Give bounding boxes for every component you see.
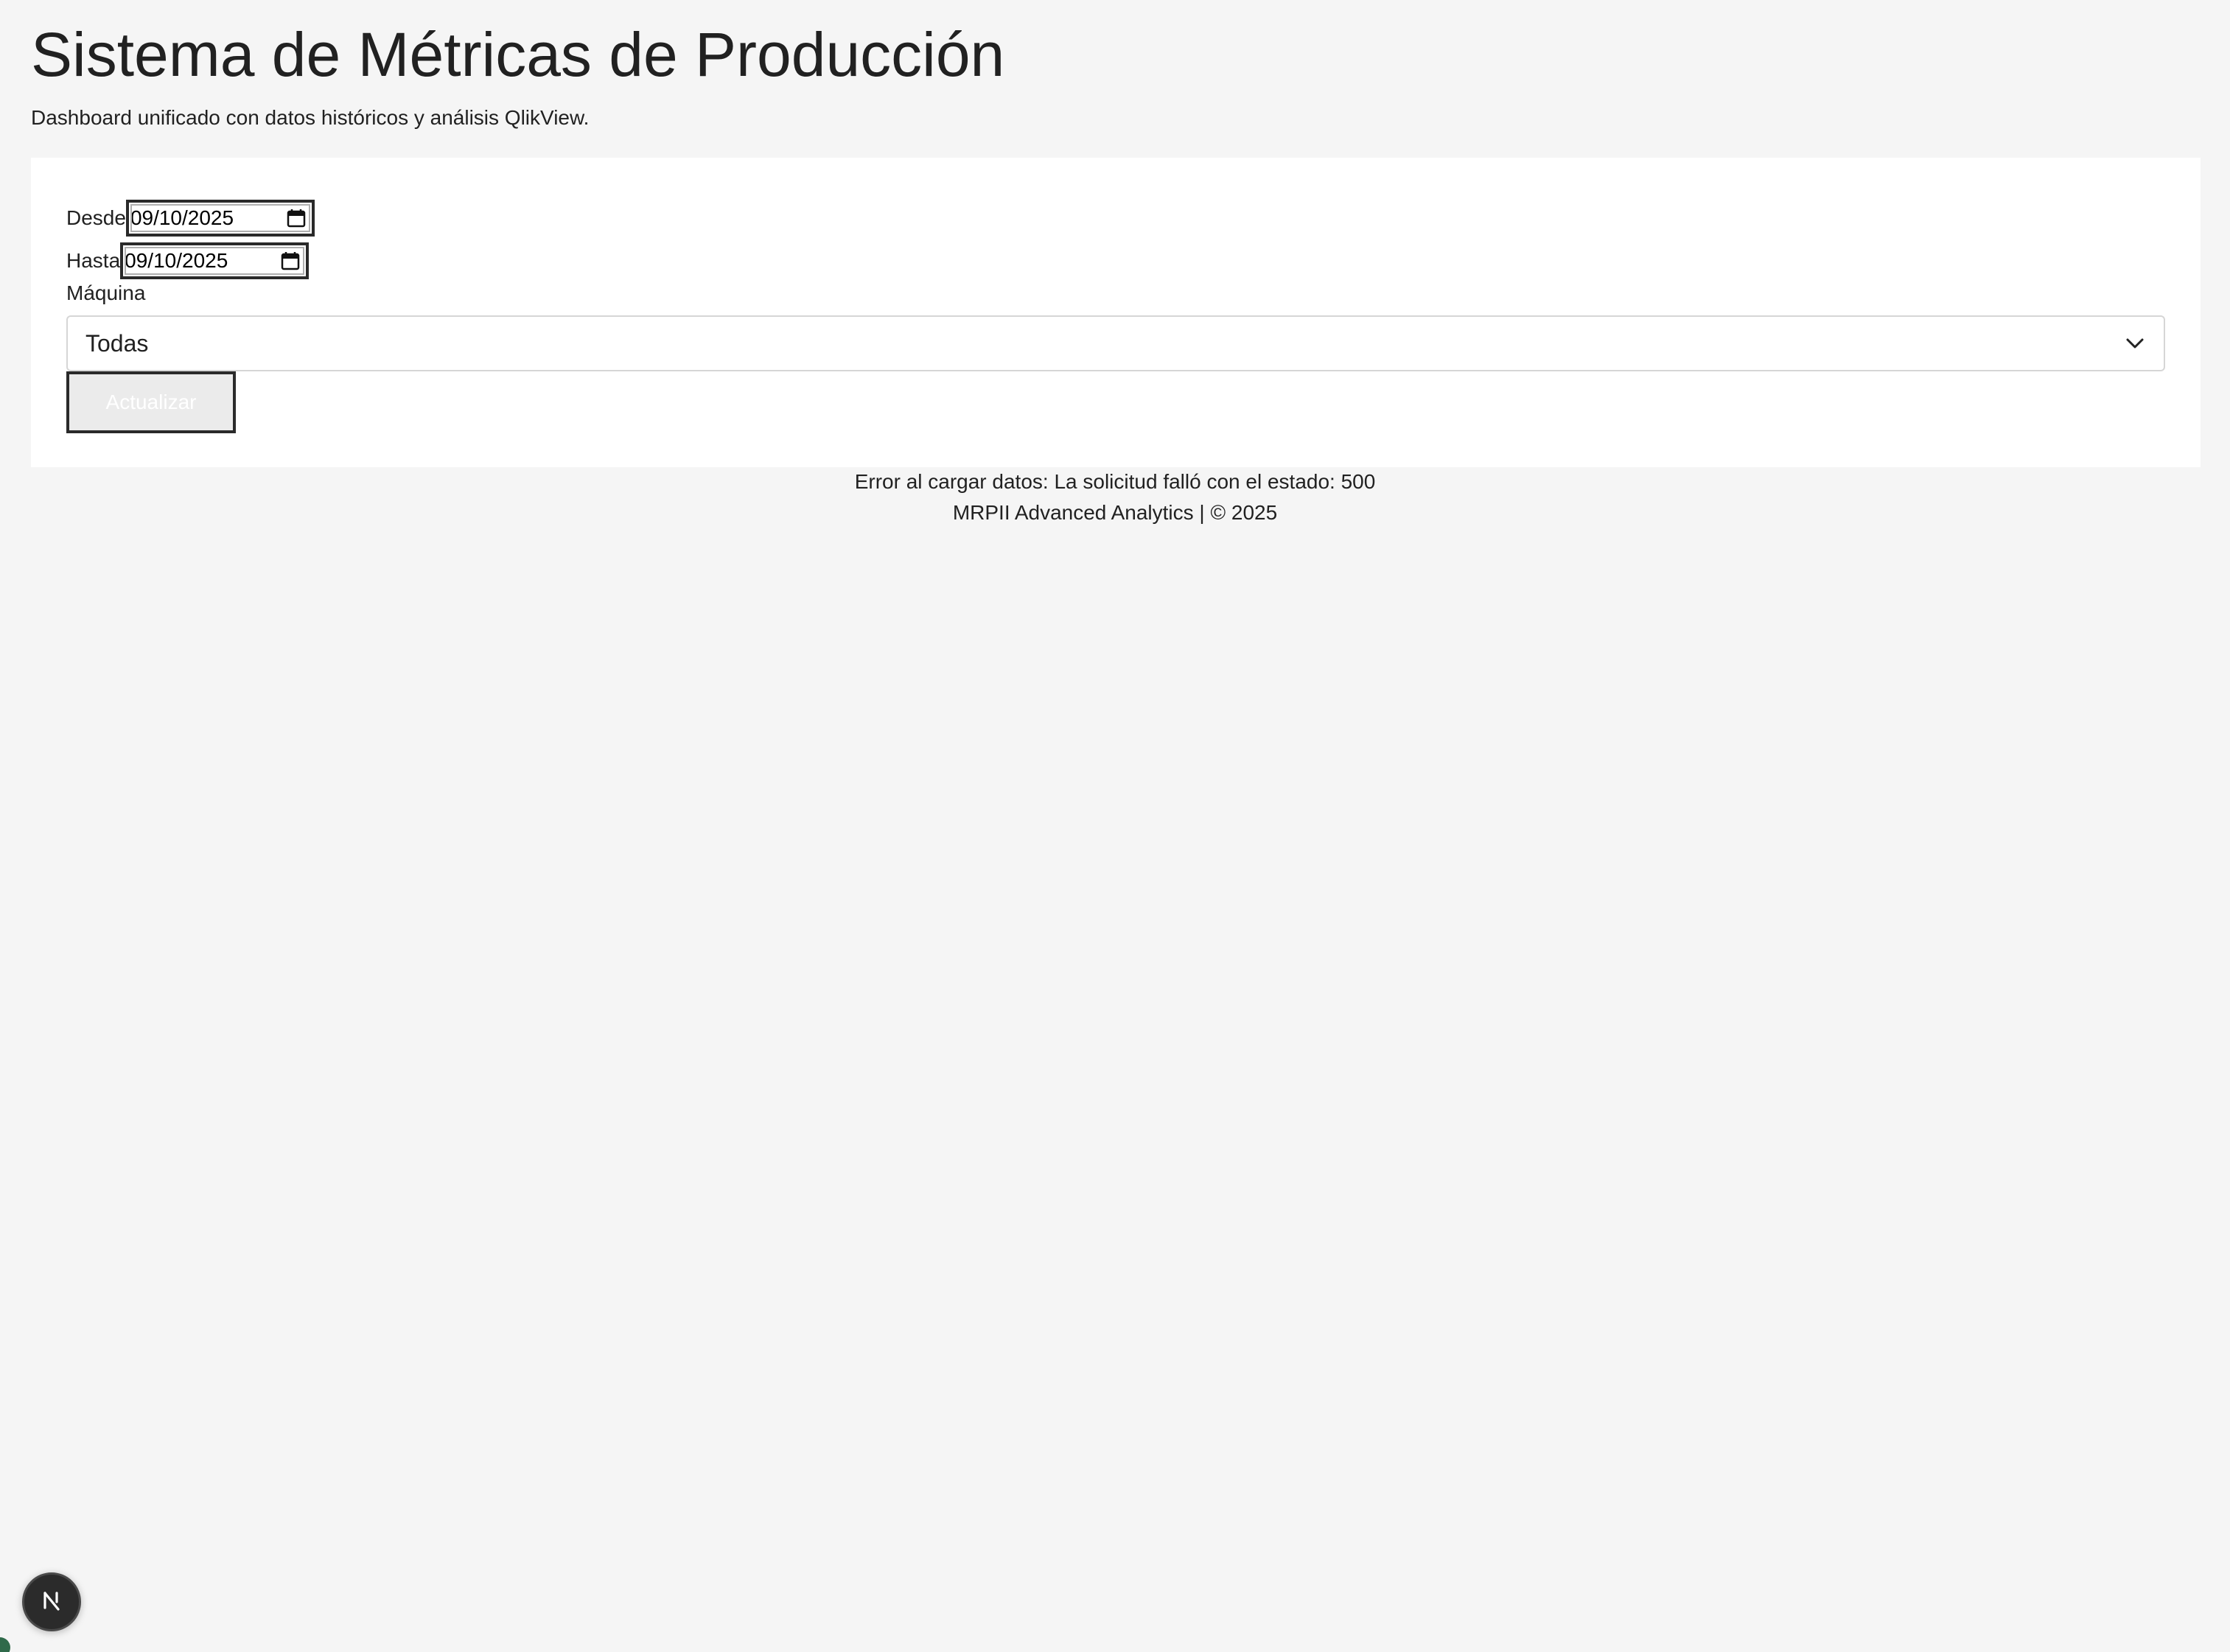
to-date-label: Hasta xyxy=(66,249,121,272)
from-date-input[interactable]: 09/10/2025 xyxy=(125,200,315,237)
to-date-input[interactable]: 09/10/2025 xyxy=(120,242,310,279)
to-date-row: Hasta 09/10/2025 xyxy=(66,242,310,280)
corner-accent xyxy=(0,1637,10,1652)
update-button[interactable]: Actualizar xyxy=(66,371,236,433)
machine-select[interactable]: Todas xyxy=(66,315,2165,371)
from-date-row: Desde 09/10/2025 xyxy=(66,199,315,237)
nextjs-dev-badge[interactable] xyxy=(22,1572,81,1631)
from-date-value: 09/10/2025 xyxy=(130,206,234,229)
page-title: Sistema de Métricas de Producción xyxy=(31,20,1005,89)
to-date-value: 09/10/2025 xyxy=(125,249,228,272)
filter-panel: Desde 09/10/2025 Hasta 09/10/2025 Máquin… xyxy=(31,158,2201,467)
footer-text: MRPII Advanced Analytics | © 2025 xyxy=(952,501,1278,524)
calendar-icon[interactable] xyxy=(287,209,306,228)
chevron-down-icon xyxy=(2125,337,2145,349)
machine-label: Máquina xyxy=(66,281,146,304)
from-date-label: Desde xyxy=(66,206,126,229)
machine-select-value: Todas xyxy=(85,329,149,357)
error-message: Error al cargar datos: La solicitud fall… xyxy=(854,470,1376,493)
nextjs-icon xyxy=(38,1587,65,1617)
page-subtitle: Dashboard unificado con datos históricos… xyxy=(31,106,590,129)
calendar-icon[interactable] xyxy=(281,251,300,270)
